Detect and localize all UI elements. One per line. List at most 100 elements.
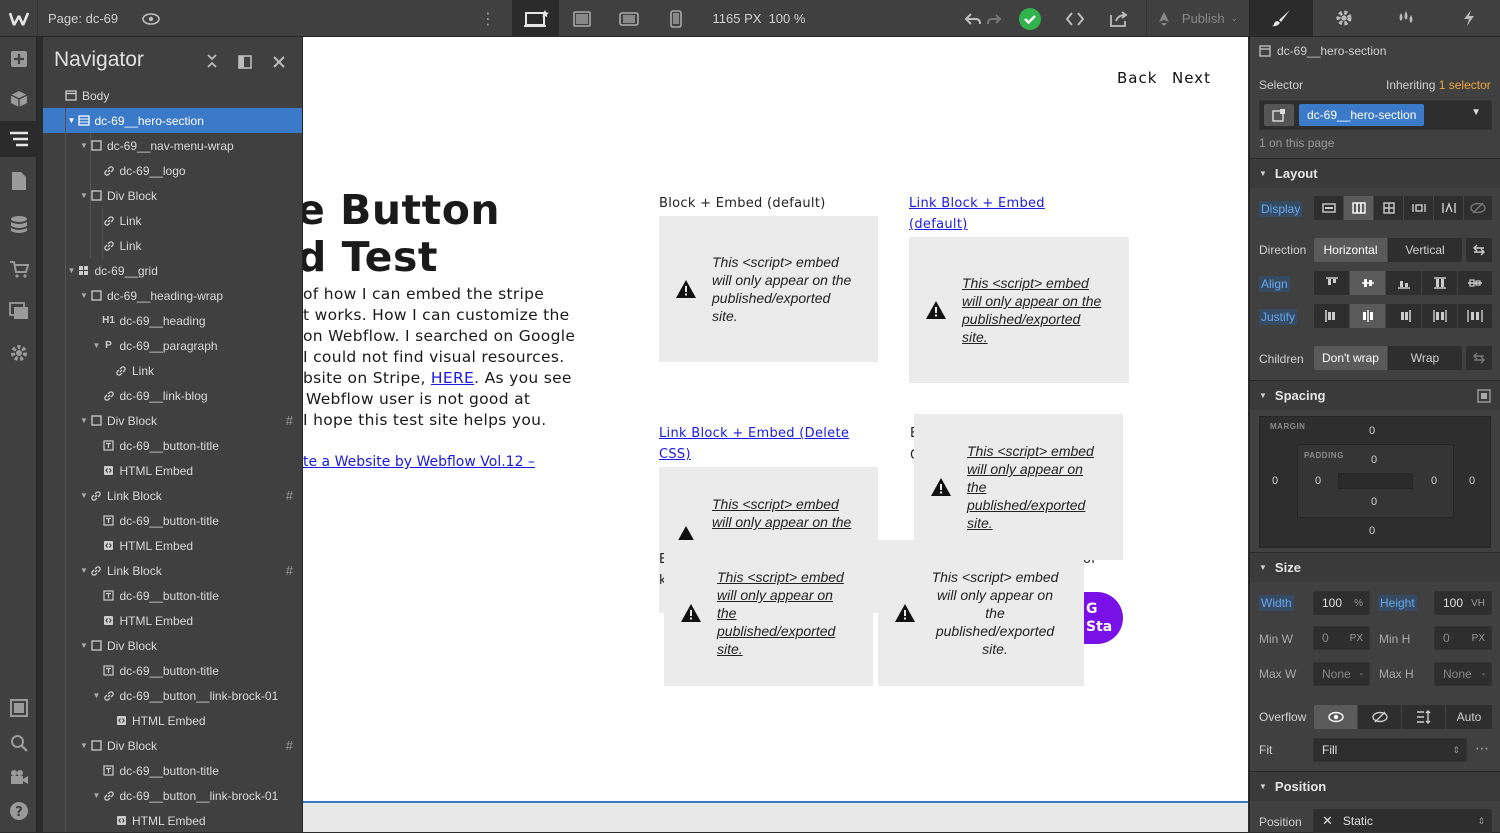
expand-caret-icon[interactable]: ▼ (79, 291, 89, 300)
expand-caret-icon[interactable]: ▼ (79, 416, 89, 425)
navigator-icon[interactable] (0, 121, 37, 157)
mobile-icon[interactable] (652, 0, 699, 37)
display-flex-icon[interactable] (1344, 196, 1374, 220)
display-none-icon[interactable] (1464, 196, 1492, 220)
expand-caret-icon[interactable]: ▼ (79, 741, 89, 750)
tree-item[interactable]: dc-69__button-title (43, 508, 303, 533)
expand-caret-icon[interactable]: ▼ (79, 491, 89, 500)
padding-top[interactable]: 0 (1371, 454, 1377, 466)
tablet-landscape-icon[interactable] (559, 0, 605, 37)
help-question-icon[interactable]: ? (0, 793, 37, 829)
close-icon[interactable] (272, 51, 286, 75)
html-embed-placeholder[interactable]: This <script> embed will only appear on … (664, 540, 873, 686)
page-selector[interactable]: Page: dc-69 (37, 0, 132, 37)
tablet-icon[interactable] (605, 0, 652, 37)
html-embed-placeholder[interactable]: This <script> embed will only appear on … (914, 414, 1123, 560)
tree-item[interactable]: ▼dc-69__grid (43, 258, 303, 283)
children-wrap[interactable]: Wrap (1388, 346, 1462, 370)
tree-item[interactable]: dc-69__logo (43, 158, 303, 183)
tree-item[interactable]: dc-69__button-title (43, 433, 303, 458)
align-start-icon[interactable] (1314, 271, 1350, 295)
undo-icon[interactable] (962, 0, 984, 37)
symbols-cube-icon[interactable] (0, 81, 37, 117)
expand-caret-icon[interactable]: ▼ (79, 141, 89, 150)
tree-item[interactable]: HTML Embed (43, 533, 303, 558)
hero-paragraph[interactable]: of how I can embed the stripe t works. H… (303, 284, 633, 431)
display-grid-icon[interactable] (1374, 196, 1404, 220)
tree-item[interactable]: ▼Div Block (43, 183, 303, 208)
reverse-wrap-button[interactable] (1466, 346, 1492, 370)
reverse-direction-button[interactable] (1466, 238, 1492, 262)
children-dont-wrap[interactable]: Don't wrap (1314, 346, 1388, 370)
tree-item[interactable]: ▼dc-69__button__link-brock-01 (43, 783, 303, 808)
justify-around-icon[interactable] (1458, 304, 1492, 328)
expand-caret-icon[interactable]: ▼ (79, 566, 89, 575)
tree-item[interactable]: dc-69__button-title (43, 583, 303, 608)
spacing-section-header[interactable]: ▼Spacing (1250, 380, 1500, 410)
expand-caret-icon[interactable]: ▼ (92, 691, 102, 700)
spacing-box-model[interactable]: MARGIN 0 0 0 0 PADDING 0 0 0 0 (1259, 416, 1491, 548)
status-check-icon[interactable] (1016, 0, 1044, 37)
tree-item[interactable]: ▼Div Block# (43, 733, 303, 758)
align-stretch-icon[interactable] (1422, 271, 1458, 295)
overflow-auto[interactable]: Auto (1446, 705, 1492, 729)
size-section-header[interactable]: ▼Size (1250, 552, 1500, 582)
max-width-input[interactable]: None- (1313, 662, 1370, 686)
html-embed-placeholder[interactable]: This <script> embed will only appear on … (659, 216, 878, 362)
tree-item[interactable]: ▼Link Block# (43, 558, 303, 583)
collapse-all-icon[interactable] (206, 51, 218, 75)
padding-bottom[interactable]: 0 (1371, 496, 1377, 508)
more-dots-icon[interactable]: ⋮ (478, 0, 498, 37)
width-input[interactable]: 100% (1313, 591, 1370, 615)
get-started-button[interactable]: G Sta (1083, 592, 1123, 644)
dock-panel-icon[interactable] (238, 51, 252, 75)
expand-caret-icon[interactable]: ▼ (92, 341, 102, 350)
display-inline-icon[interactable] (1434, 196, 1464, 220)
html-embed-placeholder[interactable]: This <script> embed will only appear on … (878, 540, 1084, 686)
padding-right[interactable]: 0 (1431, 475, 1437, 487)
overflow-visible-icon[interactable] (1314, 705, 1358, 729)
tree-item[interactable]: H1dc-69__heading (43, 308, 303, 333)
tree-item[interactable]: dc-69__button-title (43, 758, 303, 783)
tree-item[interactable]: HTML Embed (43, 708, 303, 733)
align-baseline-icon[interactable] (1458, 271, 1492, 295)
tree-item[interactable]: HTML Embed (43, 808, 303, 832)
position-select[interactable]: ✕Static⇕ (1313, 809, 1492, 833)
ecommerce-cart-icon[interactable] (0, 251, 37, 287)
justify-between-icon[interactable] (1422, 304, 1458, 328)
search-icon[interactable] (0, 725, 37, 761)
height-input[interactable]: 100VH (1434, 591, 1492, 615)
desktop-breakpoint-icon[interactable] (512, 0, 559, 37)
video-tutorials-icon[interactable] (0, 759, 37, 795)
justify-start-icon[interactable] (1314, 304, 1350, 328)
min-width-input[interactable]: 0PX (1313, 626, 1370, 650)
justify-end-icon[interactable] (1386, 304, 1422, 328)
tree-item[interactable]: Link (43, 208, 303, 233)
add-elements-icon[interactable] (0, 41, 37, 77)
tree-item[interactable]: ▼dc-69__heading-wrap (43, 283, 303, 308)
height-unit[interactable]: VH (1471, 598, 1485, 609)
canvas-frame-icon[interactable] (0, 690, 37, 726)
expand-caret-icon[interactable]: ▼ (67, 116, 77, 125)
tree-item[interactable]: Link (43, 233, 303, 258)
padding-left[interactable]: 0 (1315, 475, 1321, 487)
inheriting-info[interactable]: Inheriting 1 selector (1386, 78, 1491, 92)
tab-interactions[interactable] (1375, 0, 1438, 36)
designer-canvas[interactable]: Back Next e Button d Test of how I can e… (303, 37, 1248, 832)
hero-heading[interactable]: e Button d Test (303, 187, 500, 281)
publish-button[interactable]: Publish ⌄ (1146, 0, 1246, 37)
display-inline-block-icon[interactable] (1404, 196, 1434, 220)
fit-select[interactable]: Fill⇕ (1313, 738, 1467, 762)
expand-caret-icon[interactable]: ▼ (79, 641, 89, 650)
html-embed-placeholder[interactable]: This <script> embed will only appear on … (909, 237, 1129, 383)
canvas-zoom[interactable]: 100 % (766, 0, 808, 37)
position-section-header[interactable]: ▼Position (1250, 771, 1500, 801)
margin-right[interactable]: 0 (1469, 475, 1475, 487)
block-label-delete-css[interactable]: Link Block + Embed (Delete CSS) (659, 423, 849, 465)
stripe-here-link[interactable]: HERE (431, 369, 474, 387)
margin-bottom[interactable]: 0 (1369, 525, 1375, 537)
nav-back-link[interactable]: Back (1117, 69, 1157, 87)
direction-vertical[interactable]: Vertical (1388, 238, 1462, 262)
tree-item[interactable]: dc-69__button-title (43, 658, 303, 683)
direction-horizontal[interactable]: Horizontal (1314, 238, 1388, 262)
